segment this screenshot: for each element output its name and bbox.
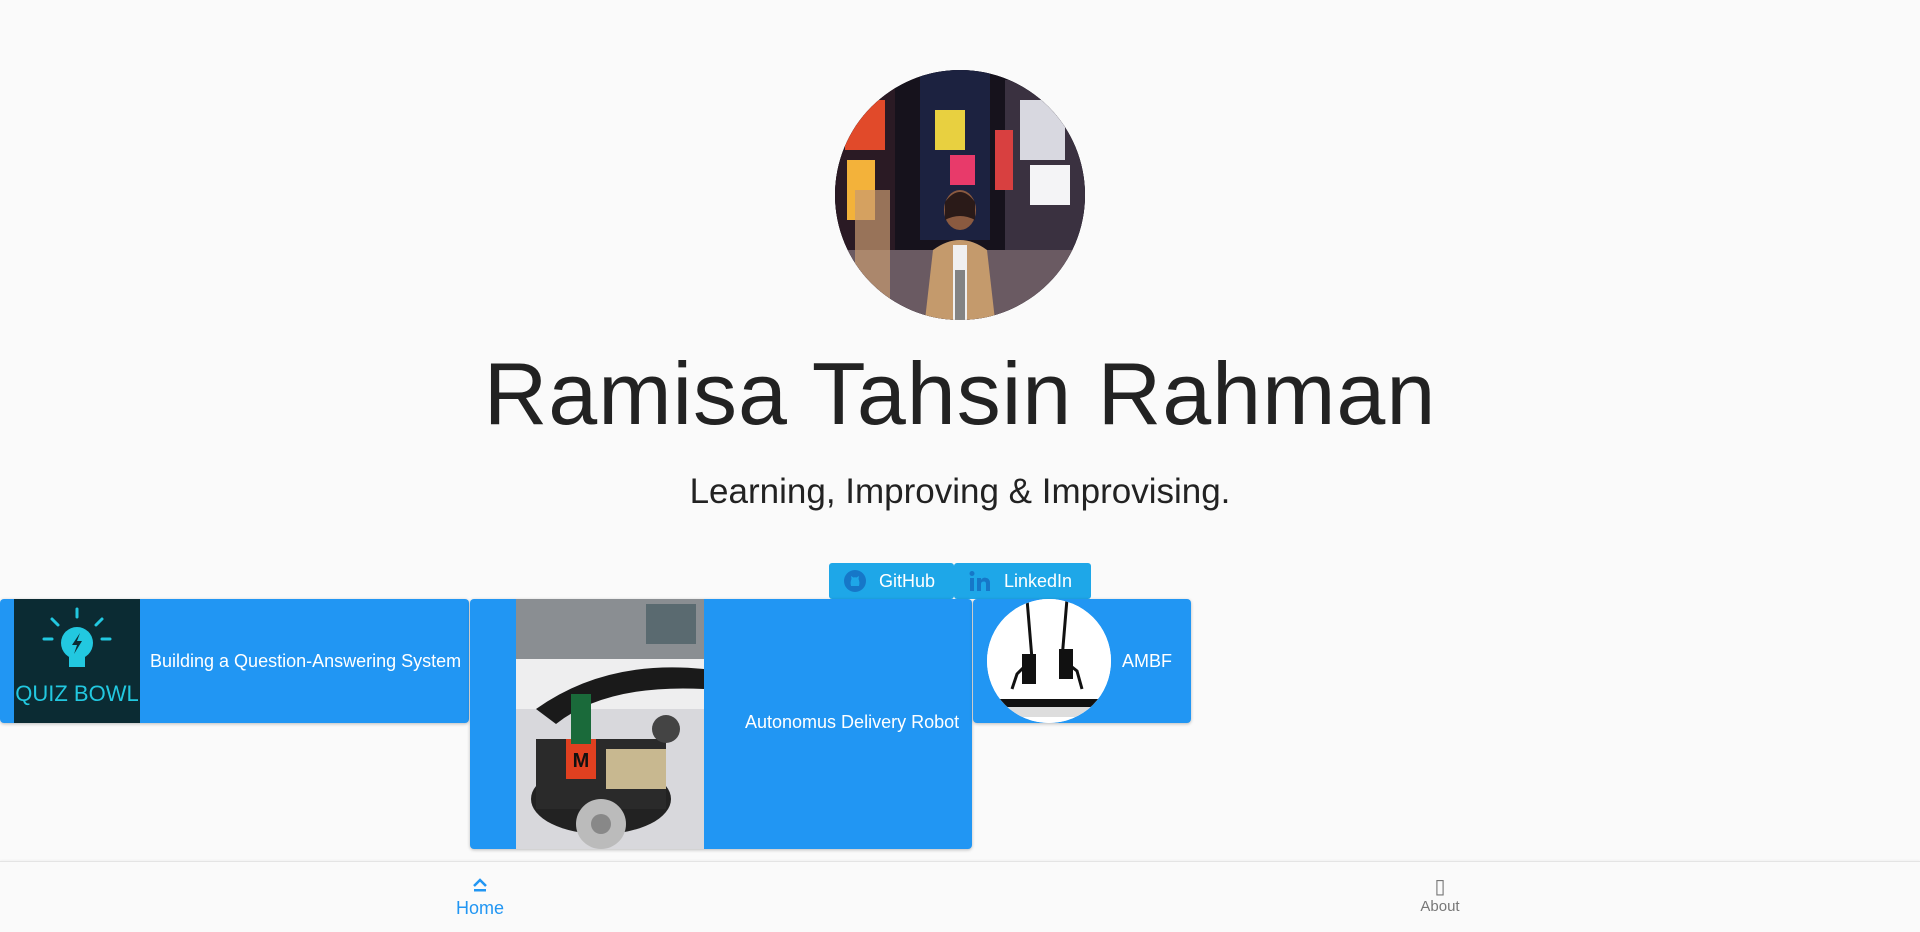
ambf-thumbnail [987,599,1111,723]
github-icon [843,569,867,593]
chevron-up-icon [420,876,540,898]
linkedin-label: LinkedIn [1004,570,1073,591]
nav-about[interactable]: ▯ About [1380,876,1500,916]
project-label-delivery-robot: Autonomus Delivery Robot [745,712,960,732]
missing-glyph-icon: ▯ [1434,876,1446,898]
robot-m-label: M [573,750,590,772]
linkedin-icon [968,569,992,593]
robot-thumbnail: M [516,599,704,849]
tagline: Learning, Improving & Improvising. [689,472,1231,511]
quiz-bowl-logo-text: QUIZ BOWL [15,681,138,706]
nav-home[interactable]: Home [420,876,540,919]
bottom-navigation: Home ▯ About [0,861,1920,932]
project-card-question-answering[interactable]: QUIZ BOWL Building a Question-Answering … [0,599,469,723]
page: Ramisa Tahsin Rahman Learning, Improving… [0,0,1920,932]
project-label-question-answering: Building a Question-Answering System [150,650,462,671]
project-card-ambf[interactable]: AMBF [973,599,1191,723]
quiz-bowl-thumbnail: QUIZ BOWL [14,599,140,723]
nav-home-label: Home [455,898,504,918]
linkedin-button[interactable]: LinkedIn [954,563,1091,599]
avatar-photo [835,70,1085,320]
project-card-delivery-robot[interactable]: M Autonomus Delivery Robot [470,599,972,849]
project-label-ambf: AMBF [1122,651,1173,671]
github-label: GitHub [879,570,936,591]
github-button[interactable]: GitHub [829,563,954,599]
profile-avatar [835,70,1085,320]
nav-about-label: About [1420,898,1460,915]
page-title: Ramisa Tahsin Rahman [483,344,1437,443]
